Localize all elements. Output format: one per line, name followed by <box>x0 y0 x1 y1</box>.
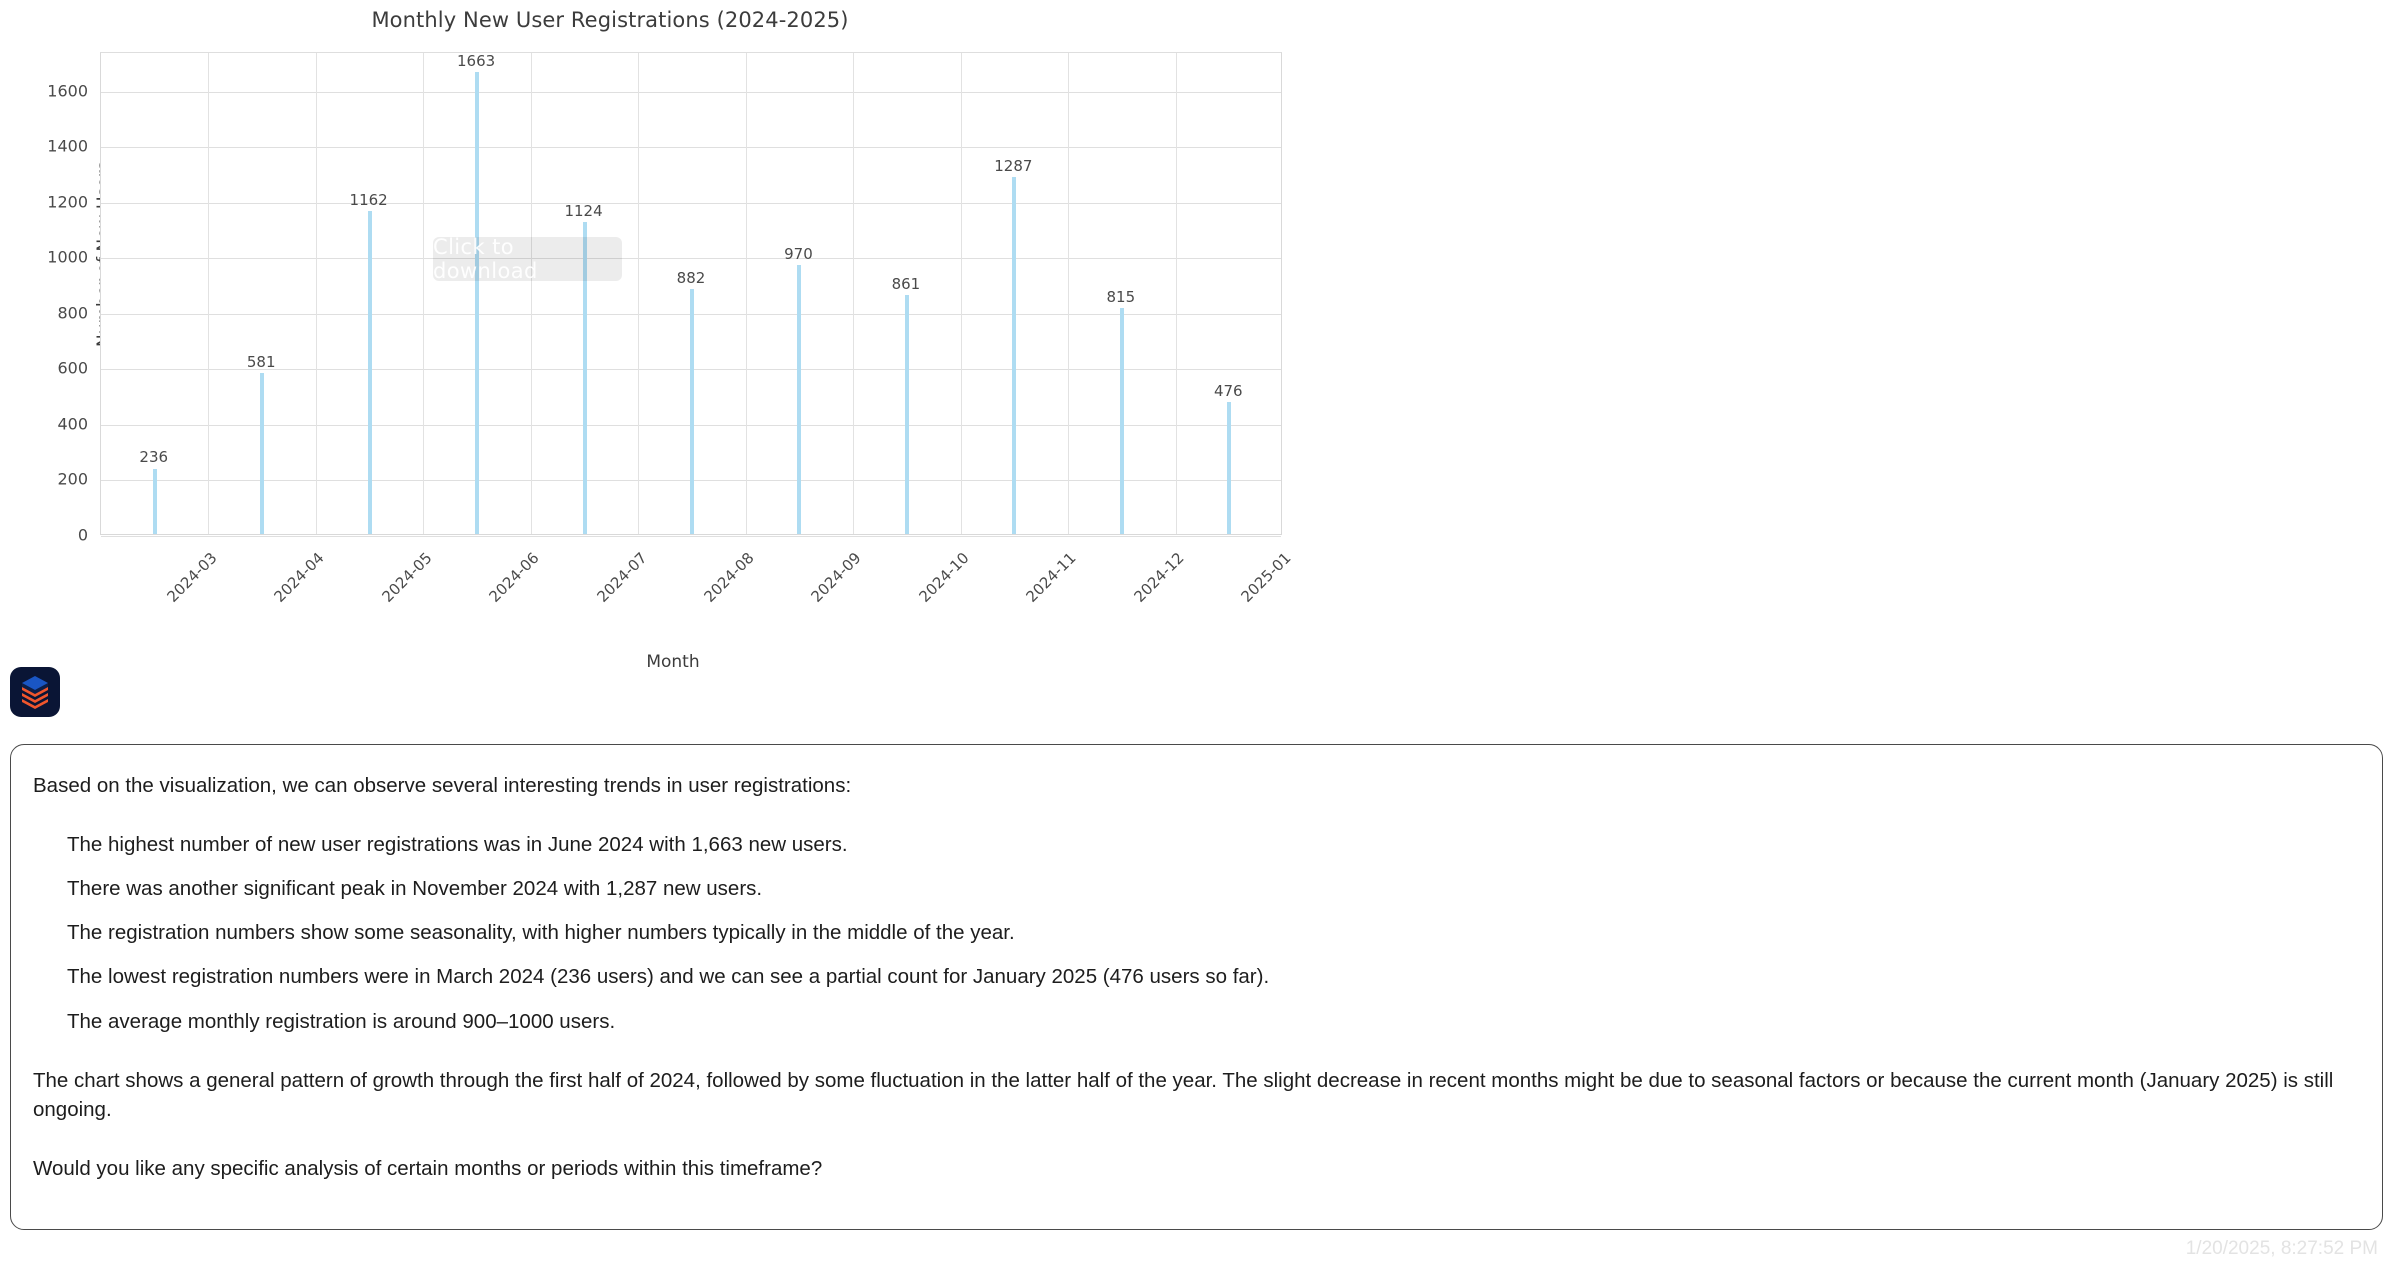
bar-value-label: 581 <box>246 352 276 371</box>
x-axis-tick-label: 2024-11 <box>1022 548 1080 606</box>
bar-value-label: 476 <box>1213 381 1243 400</box>
response-bullet-item: The average monthly registration is arou… <box>67 1009 616 1033</box>
y-axis-tick-label: 1200 <box>47 192 88 212</box>
plot-wrapper: Number of New Users 02004006008001000120… <box>47 52 1295 672</box>
gridline-vertical <box>315 53 317 534</box>
assistant-avatar <box>10 667 60 717</box>
y-axis-tick-label: 1600 <box>47 81 88 101</box>
y-axis-tick-label: 400 <box>57 414 88 434</box>
response-paragraph-2: The chart shows a general pattern of gro… <box>33 1068 2334 1121</box>
gridline-vertical <box>638 53 640 534</box>
bar[interactable] <box>690 289 694 534</box>
x-axis-label-text: Month <box>646 652 700 672</box>
bar-value-label: 882 <box>676 269 706 288</box>
bar-value-label: 236 <box>139 448 169 467</box>
gridline-vertical <box>423 53 425 534</box>
x-axis-tick-label: 2024-04 <box>270 548 328 606</box>
gridline-horizontal <box>101 91 1281 93</box>
x-axis-tick-label: 2024-06 <box>485 548 543 606</box>
bar[interactable] <box>904 295 909 534</box>
gridline-vertical <box>208 53 210 534</box>
x-axis-tick-label: 2024-09 <box>807 548 866 606</box>
gridline-horizontal <box>101 536 1281 537</box>
response-bullet-item: There was another significant peak in No… <box>67 877 763 901</box>
x-axis-tick-label: 2025-01 <box>1237 548 1295 606</box>
response-intro: Based on the visualization, we can obser… <box>33 774 852 797</box>
y-axis-tick-label: 1400 <box>47 136 88 156</box>
gridline-vertical <box>1175 53 1177 534</box>
response-bullet-item: The registration numbers show some seaso… <box>67 921 1015 945</box>
gridline-vertical <box>1068 53 1070 534</box>
bar[interactable] <box>367 211 372 534</box>
message-timestamp: 1/20/2025, 8:27:52 PM <box>2185 1238 2378 1259</box>
x-axis-tick-label: 2024-03 <box>163 548 221 606</box>
bar[interactable] <box>1227 401 1232 534</box>
chart-title-text: Monthly New User Registrations (2024-202… <box>371 8 849 32</box>
bar[interactable] <box>475 72 480 534</box>
x-axis-tick-label: 2024-12 <box>1130 548 1188 606</box>
x-axis-tick-label: 2024-07 <box>593 548 651 606</box>
plot-area[interactable] <box>100 52 1282 537</box>
bar-value-label: 861 <box>891 274 921 293</box>
response-bullet-item: The lowest registration numbers were in … <box>67 965 1270 989</box>
stacked-layers-logo-icon <box>19 675 51 709</box>
bar[interactable] <box>1012 176 1017 534</box>
x-axis-label: Month <box>100 652 1282 672</box>
gridline-horizontal <box>101 147 1281 149</box>
chart-figure[interactable]: Monthly New User Registrations (2024-202… <box>0 0 1380 672</box>
gridline-horizontal <box>101 202 1281 204</box>
y-axis-tick-label: 800 <box>57 303 88 323</box>
bar-value-label: 1663 <box>456 52 496 71</box>
response-paragraph-3: Would you like any specific analysis of … <box>33 1156 823 1180</box>
bar[interactable] <box>1119 307 1124 534</box>
response-bullet-item: The highest number of new user registrat… <box>67 833 848 857</box>
chart-title: Monthly New User Registrations (2024-202… <box>0 8 1380 32</box>
assistant-response-card: Based on the visualization, we can obser… <box>10 744 2383 1230</box>
gridline-horizontal <box>101 258 1281 260</box>
y-axis-tick-label: 200 <box>57 469 88 489</box>
bar-value-label: 1124 <box>564 201 603 220</box>
page-root: Monthly New User Registrations (2024-202… <box>0 0 2386 1274</box>
x-axis-tick-label: 2024-08 <box>700 548 758 606</box>
bar-value-label: 1162 <box>349 191 388 210</box>
gridline-vertical <box>530 53 532 534</box>
bar[interactable] <box>152 468 157 534</box>
y-axis-tick-label: 1000 <box>47 247 88 267</box>
gridline-vertical <box>960 53 962 534</box>
bar[interactable] <box>797 264 802 534</box>
y-axis-tick-label: 600 <box>57 358 88 378</box>
response-bullet-list: The highest number of new user registrat… <box>33 830 2360 1036</box>
x-axis-tick-label: 2024-05 <box>378 548 436 606</box>
bar[interactable] <box>260 372 265 534</box>
y-axis-tick-label: 0 <box>77 525 88 545</box>
gridline-vertical <box>853 53 855 534</box>
bar-value-label: 1287 <box>994 156 1033 175</box>
bar-value-label: 815 <box>1106 287 1136 306</box>
x-axis-tick-label: 2024-10 <box>915 548 973 606</box>
click-to-download-overlay[interactable]: Click to download <box>433 235 622 283</box>
bar-value-label: 970 <box>784 244 813 263</box>
gridline-vertical <box>745 53 747 534</box>
